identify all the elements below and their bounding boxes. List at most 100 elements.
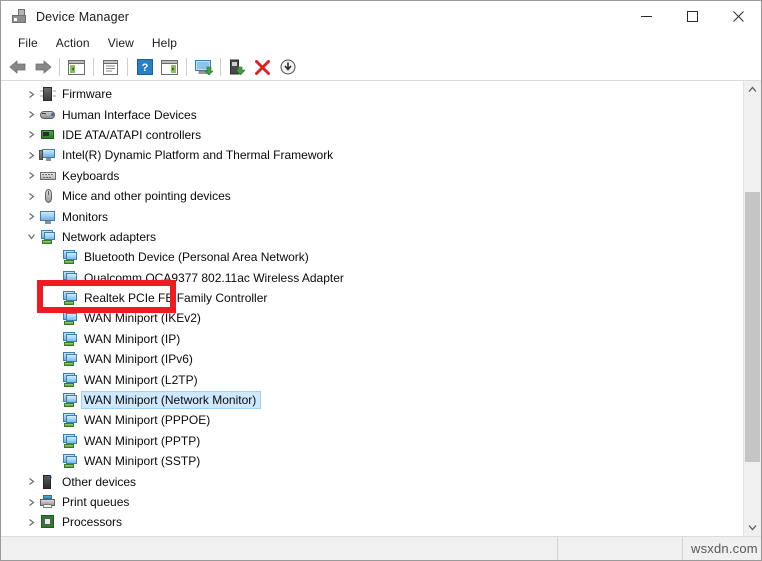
tree-item-ide-ata-atapi-controllers[interactable]: IDE ATA/ATAPI controllers: [1, 125, 743, 145]
uninstall-device-button[interactable]: [250, 55, 275, 79]
chevron-right-icon[interactable]: [23, 90, 39, 99]
tree-item-qualcomm-qca9377-wireless-adapter[interactable]: Qualcomm QCA9377 802.11ac Wireless Adapt…: [1, 268, 743, 288]
tree-item-bluetooth-device-personal-area-network[interactable]: Bluetooth Device (Personal Area Network): [1, 247, 743, 267]
tree-item-wan-miniport-ipv6[interactable]: WAN Miniport (IPv6): [1, 349, 743, 369]
chevron-right-icon[interactable]: [23, 477, 39, 486]
menu-view[interactable]: View: [99, 34, 143, 52]
chevron-right-icon[interactable]: [23, 130, 39, 139]
tree-item-wan-miniport-ikev2[interactable]: WAN Miniport (IKEv2): [1, 308, 743, 328]
window-controls: [623, 1, 761, 32]
back-button[interactable]: [5, 55, 30, 79]
scroll-up-arrow[interactable]: [744, 81, 761, 98]
toolbar-separator: [127, 58, 128, 76]
printer-icon: [39, 494, 57, 510]
tree-item-human-interface-devices[interactable]: Human Interface Devices: [1, 104, 743, 124]
tree-item-monitors[interactable]: Monitors: [1, 206, 743, 226]
tree-item-wan-miniport-network-monitor[interactable]: WAN Miniport (Network Monitor): [1, 390, 743, 410]
network-adapter-icon: [61, 331, 79, 347]
window-title: Device Manager: [36, 9, 130, 24]
tree-item-keyboards[interactable]: Keyboards: [1, 166, 743, 186]
maximize-button[interactable]: [669, 1, 715, 32]
network-adapter-icon: [61, 392, 79, 408]
tree-item-label: Intel(R) Dynamic Platform and Thermal Fr…: [62, 148, 334, 163]
tree-item-realtek-pcie-fe-family-controller[interactable]: Realtek PCIe FE Family Controller: [1, 288, 743, 308]
watermark-text: wsxdn.com: [691, 541, 758, 556]
tree-item-wan-miniport-sstp[interactable]: WAN Miniport (SSTP): [1, 451, 743, 471]
tree-item-network-adapters[interactable]: Network adapters: [1, 227, 743, 247]
tree-item-wan-miniport-ip[interactable]: WAN Miniport (IP): [1, 329, 743, 349]
scrollbar-thumb[interactable]: [745, 192, 760, 462]
tree-item-label: Print queues: [62, 495, 130, 509]
chevron-right-icon[interactable]: [23, 212, 39, 221]
tree-item-label: IDE ATA/ATAPI controllers: [62, 127, 202, 142]
network-adapter-icon: [61, 270, 79, 286]
chevron-right-icon[interactable]: [23, 498, 39, 507]
network-adapter-icon: [61, 290, 79, 306]
forward-button[interactable]: [30, 55, 55, 79]
scan-hardware-changes-button[interactable]: [275, 55, 300, 79]
close-button[interactable]: [715, 1, 761, 32]
tree-item-label: WAN Miniport (PPPOE): [84, 413, 211, 428]
update-driver-button[interactable]: [191, 55, 216, 79]
tree-item-wan-miniport-pptp[interactable]: WAN Miniport (PPTP): [1, 431, 743, 451]
chevron-right-icon[interactable]: [23, 151, 39, 160]
title-bar: Device Manager: [1, 1, 761, 32]
menu-help[interactable]: Help: [143, 34, 186, 52]
vertical-scrollbar[interactable]: [743, 81, 761, 536]
tree-item-label: WAN Miniport (SSTP): [84, 454, 201, 469]
toolbar-separator: [93, 58, 94, 76]
chevron-right-icon[interactable]: [23, 192, 39, 201]
tree-item-label: WAN Miniport (IPv6): [84, 352, 193, 367]
scroll-down-arrow[interactable]: [744, 519, 761, 536]
device-manager-icon: [10, 8, 28, 26]
tree-item-label: WAN Miniport (IKEv2): [84, 311, 201, 326]
minimize-button[interactable]: [623, 1, 669, 32]
tree-item-label: Bluetooth Device (Personal Area Network): [84, 250, 309, 265]
tree-item-processors[interactable]: Processors: [1, 512, 743, 532]
disable-device-button[interactable]: [225, 55, 250, 79]
network-adapter-icon: [61, 453, 79, 469]
tree-item-label: WAN Miniport (Network Monitor): [82, 392, 261, 409]
tree-item-label: Other devices: [62, 474, 137, 489]
firmware-chip-icon: [39, 86, 57, 102]
device-tree[interactable]: Firmware Human Interface Devices IDE ATA/A…: [1, 81, 743, 536]
thermal-framework-icon: [39, 147, 57, 163]
content-area: Firmware Human Interface Devices IDE ATA/A…: [1, 81, 761, 536]
tree-item-label: Mice and other pointing devices: [62, 189, 231, 204]
show-hide-console-tree-button[interactable]: [64, 55, 89, 79]
chevron-down-icon[interactable]: [23, 232, 39, 241]
network-adapter-icon: [61, 351, 79, 367]
chevron-right-icon[interactable]: [23, 110, 39, 119]
tree-item-label: Processors: [62, 515, 123, 530]
network-adapter-icon: [39, 229, 57, 245]
toolbar-separator: [220, 58, 221, 76]
tree-item-label: Keyboards: [62, 168, 120, 183]
network-adapter-icon: [61, 249, 79, 265]
tree-item-print-queues[interactable]: Print queues: [1, 492, 743, 512]
status-pane-secondary: [558, 537, 683, 560]
chevron-right-icon[interactable]: [23, 171, 39, 180]
show-hide-action-pane-button[interactable]: [157, 55, 182, 79]
status-pane-primary: [1, 537, 558, 560]
status-pane-watermark: wsxdn.com: [683, 537, 762, 560]
chevron-right-icon[interactable]: [23, 518, 39, 527]
menu-action[interactable]: Action: [47, 34, 99, 52]
tree-item-wan-miniport-l2tp[interactable]: WAN Miniport (L2TP): [1, 369, 743, 389]
menu-file[interactable]: File: [9, 34, 47, 52]
tree-item-label: Human Interface Devices: [62, 107, 197, 122]
network-adapter-icon: [61, 372, 79, 388]
network-adapter-icon: [61, 412, 79, 428]
properties-button[interactable]: [98, 55, 123, 79]
tree-item-label: WAN Miniport (L2TP): [84, 372, 198, 387]
hid-icon: [39, 107, 57, 123]
tree-item-wan-miniport-pppoe[interactable]: WAN Miniport (PPPOE): [1, 410, 743, 430]
help-button[interactable]: ?: [132, 55, 157, 79]
tree-item-intel-dynamic-platform-thermal-framework[interactable]: Intel(R) Dynamic Platform and Thermal Fr…: [1, 145, 743, 165]
tree-item-other-devices[interactable]: ? Other devices: [1, 471, 743, 491]
processor-icon: [39, 514, 57, 530]
tree-item-firmware[interactable]: Firmware: [1, 84, 743, 104]
status-bar: wsxdn.com: [1, 536, 761, 560]
tree-item-label: Realtek PCIe FE Family Controller: [84, 291, 268, 306]
device-manager-window: Device Manager File Action View Help ? F…: [0, 0, 762, 561]
tree-item-mice-and-other-pointing-devices[interactable]: Mice and other pointing devices: [1, 186, 743, 206]
